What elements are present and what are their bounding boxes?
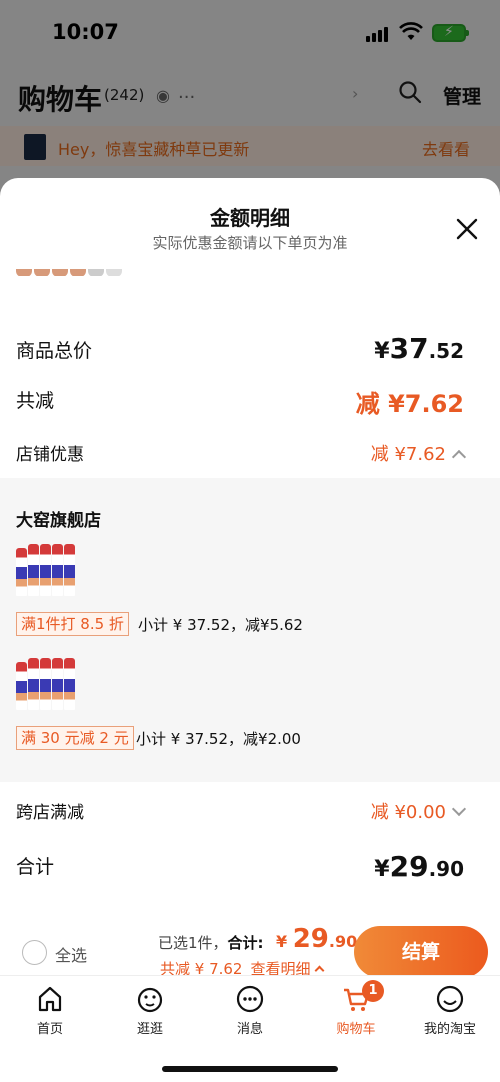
home-indicator — [162, 1066, 338, 1072]
chevron-up-icon[interactable] — [314, 965, 324, 976]
offer-subtotal: 小计 ¥ 37.52，减¥2.00 — [136, 730, 301, 748]
checkout-button[interactable]: 结算 — [354, 926, 488, 978]
offer-tag: 满1件打 8.5 折 — [16, 612, 129, 636]
shop-discount-value[interactable]: 减 ¥7.62 — [371, 440, 467, 466]
product-image — [16, 658, 76, 710]
sheet-subtitle: 实际优惠金额请以下单页为准 — [152, 234, 348, 252]
sum-label: 合计 — [16, 856, 55, 878]
chevron-down-icon[interactable] — [451, 801, 467, 817]
cart-page-background: 10:07 ⚡ 购物车 (242) ◉ ... › 管理 Hey，惊喜宝藏种草已… — [0, 0, 500, 200]
total-discount-label: 共减 — [16, 390, 55, 412]
cart-badge: 1 — [362, 980, 384, 1002]
message-icon — [236, 985, 264, 1013]
tab-messages[interactable]: 消息 — [210, 984, 290, 1037]
bottom-tab-bar: 首页 逛逛 消息 1 购物车 我的淘宝 — [0, 975, 500, 1082]
product-image — [16, 544, 76, 596]
checkout-bar: 全选 已选1件，合计: ¥ 29.90 共减 ¥ 7.62 查看明细 结算 — [0, 898, 500, 978]
total-price-label: 商品总价 — [16, 340, 93, 362]
shop-discount-detail: 大窑旗舰店 满1件打 8.5 折 小计 ¥ 37.52，减¥5.62 满 30 … — [0, 478, 500, 782]
cross-shop-label: 跨店满减 — [16, 803, 84, 823]
total-price-row: 商品总价 ¥37.52 — [16, 332, 484, 372]
shop-name: 大窑旗舰店 — [16, 511, 101, 531]
chevron-up-icon[interactable] — [451, 449, 467, 465]
selected-info: 已选1件，合计: — [158, 934, 264, 952]
pay-total: ¥ 29.90 — [276, 924, 358, 954]
tab-cart[interactable]: 1 购物车 — [316, 980, 396, 1037]
tab-profile[interactable]: 我的淘宝 — [410, 984, 490, 1037]
offer-subtotal: 小计 ¥ 37.52，减¥5.62 — [138, 616, 303, 634]
amount-detail-sheet: 金额明细 实际优惠金额请以下单页为准 商品总价 ¥37.52 共减 减 ¥7.6… — [0, 178, 500, 1082]
tab-home[interactable]: 首页 — [10, 984, 90, 1037]
profile-icon — [436, 985, 464, 1013]
cross-shop-value[interactable]: 减 ¥0.00 — [371, 798, 467, 824]
shop-discount-label: 店铺优惠 — [16, 445, 84, 465]
browse-icon — [137, 987, 163, 1013]
product-thumbnail-strip — [16, 262, 128, 276]
sum-value: ¥29.90 — [374, 850, 464, 883]
offer-tag: 满 30 元减 2 元 — [16, 726, 134, 750]
sheet-title: 金额明细 — [210, 206, 290, 230]
select-all-label[interactable]: 全选 — [55, 942, 87, 966]
modal-overlay[interactable] — [0, 0, 500, 200]
home-icon — [38, 986, 62, 1012]
tab-browse[interactable]: 逛逛 — [110, 984, 190, 1037]
select-all-checkbox[interactable] — [22, 940, 47, 965]
total-discount-value: 减 ¥7.62 — [355, 390, 464, 418]
total-price-value: ¥37.52 — [374, 332, 464, 365]
close-icon[interactable] — [454, 216, 480, 242]
